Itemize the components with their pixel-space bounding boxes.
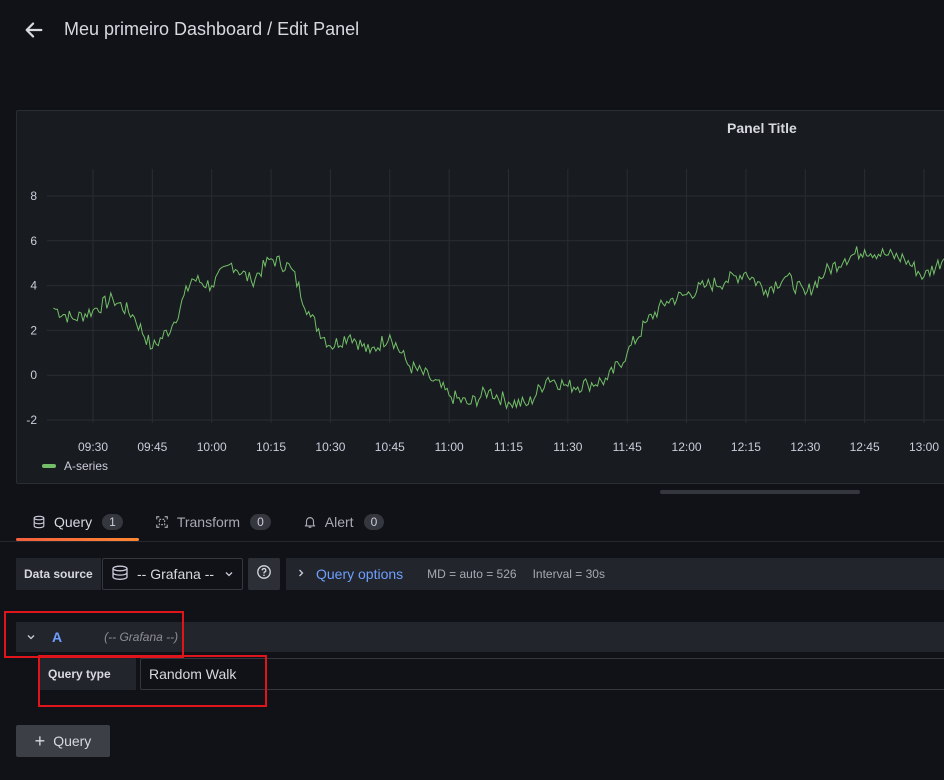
tab-alert[interactable]: Alert 0 xyxy=(287,506,400,538)
tab-transform[interactable]: Transform 0 xyxy=(139,506,287,538)
y-tick-label: 4 xyxy=(30,279,37,293)
editor-tabs: Query 1 Transform 0 Alert 0 xyxy=(16,506,400,542)
add-query-button[interactable]: + Query xyxy=(16,725,110,757)
x-tick-label: 12:45 xyxy=(850,440,880,454)
panel-preview: -2 0 2 4 6 8 09:30 09:45 10:00 10:15 10:30 10:45 11:… xyxy=(16,110,944,484)
x-tick-label: 09:45 xyxy=(137,440,167,454)
legend-swatch xyxy=(42,464,56,468)
database-icon xyxy=(32,515,46,529)
x-tick-label: 12:15 xyxy=(731,440,761,454)
tab-query-count: 1 xyxy=(102,514,123,530)
grafana-datasource-icon xyxy=(111,565,129,584)
tab-alert-label: Alert xyxy=(324,514,354,530)
plus-icon: + xyxy=(34,731,46,751)
transform-icon xyxy=(155,515,169,529)
horizontal-scrollbar[interactable] xyxy=(660,490,860,494)
x-tick-label: 11:30 xyxy=(553,440,582,454)
query-datasource-name: (-- Grafana --) xyxy=(104,630,179,644)
x-tick-label: 11:00 xyxy=(435,440,464,454)
y-tick-label: 6 xyxy=(30,234,37,248)
x-tick-label: 10:00 xyxy=(197,440,227,454)
back-arrow-icon[interactable] xyxy=(20,16,48,44)
tabs-divider xyxy=(0,541,944,542)
query-type-label: Query type xyxy=(40,658,136,690)
datasource-row: Data source -- Grafana -- Query options … xyxy=(16,558,944,590)
y-tick-label: -2 xyxy=(26,413,37,427)
help-button[interactable] xyxy=(248,558,280,590)
tab-transform-label: Transform xyxy=(176,514,241,530)
legend-label: A-series xyxy=(64,459,109,473)
panel-title: Panel Title xyxy=(727,120,797,136)
datasource-label: Data source xyxy=(16,558,101,590)
x-tick-label: 12:30 xyxy=(790,440,820,454)
chevron-down-icon xyxy=(224,566,234,582)
query-options-label: Query options xyxy=(316,566,404,582)
tab-query-label: Query xyxy=(54,514,93,530)
datasource-value: -- Grafana -- xyxy=(137,566,215,582)
question-circle-icon xyxy=(256,564,272,585)
x-tick-label: 12:00 xyxy=(672,440,702,454)
time-series-chart: -2 0 2 4 6 8 09:30 09:45 10:00 10:15 10:30 10:45 11:… xyxy=(26,169,944,454)
query-type-select[interactable]: Random Walk xyxy=(140,658,944,690)
x-tick-label: 10:45 xyxy=(375,440,405,454)
x-tick-label: 13:00 xyxy=(909,440,939,454)
y-tick-label: 2 xyxy=(30,323,37,337)
collapse-chevron-icon[interactable] xyxy=(26,632,36,642)
tab-alert-count: 0 xyxy=(363,514,385,530)
bell-icon xyxy=(303,515,317,529)
interval-info: Interval = 30s xyxy=(532,567,605,581)
series-line xyxy=(53,246,944,411)
top-bar: Meu primeiro Dashboard / Edit Panel xyxy=(0,0,944,62)
x-tick-label: 11:45 xyxy=(613,440,642,454)
query-ref-id[interactable]: A xyxy=(52,629,62,645)
tab-query[interactable]: Query 1 xyxy=(16,506,139,541)
tab-transform-count: 0 xyxy=(250,514,271,530)
y-tick-label: 0 xyxy=(30,368,37,382)
chevron-right-icon xyxy=(296,565,306,583)
y-tick-label: 8 xyxy=(30,189,37,203)
x-tick-label: 10:30 xyxy=(315,440,345,454)
x-tick-label: 09:30 xyxy=(78,440,108,454)
x-tick-label: 11:15 xyxy=(494,440,523,454)
max-data-points-info: MD = auto = 526 xyxy=(427,567,517,581)
legend-item[interactable]: A-series xyxy=(42,459,108,473)
datasource-picker[interactable]: -- Grafana -- xyxy=(102,558,243,590)
page-title: Meu primeiro Dashboard / Edit Panel xyxy=(64,19,360,39)
query-options-toggle[interactable]: Query options MD = auto = 526 Interval =… xyxy=(286,558,944,590)
query-type-value: Random Walk xyxy=(149,666,237,682)
query-row-header: A (-- Grafana --) xyxy=(16,622,944,652)
x-tick-label: 10:15 xyxy=(256,440,286,454)
add-query-label: Query xyxy=(53,733,92,749)
